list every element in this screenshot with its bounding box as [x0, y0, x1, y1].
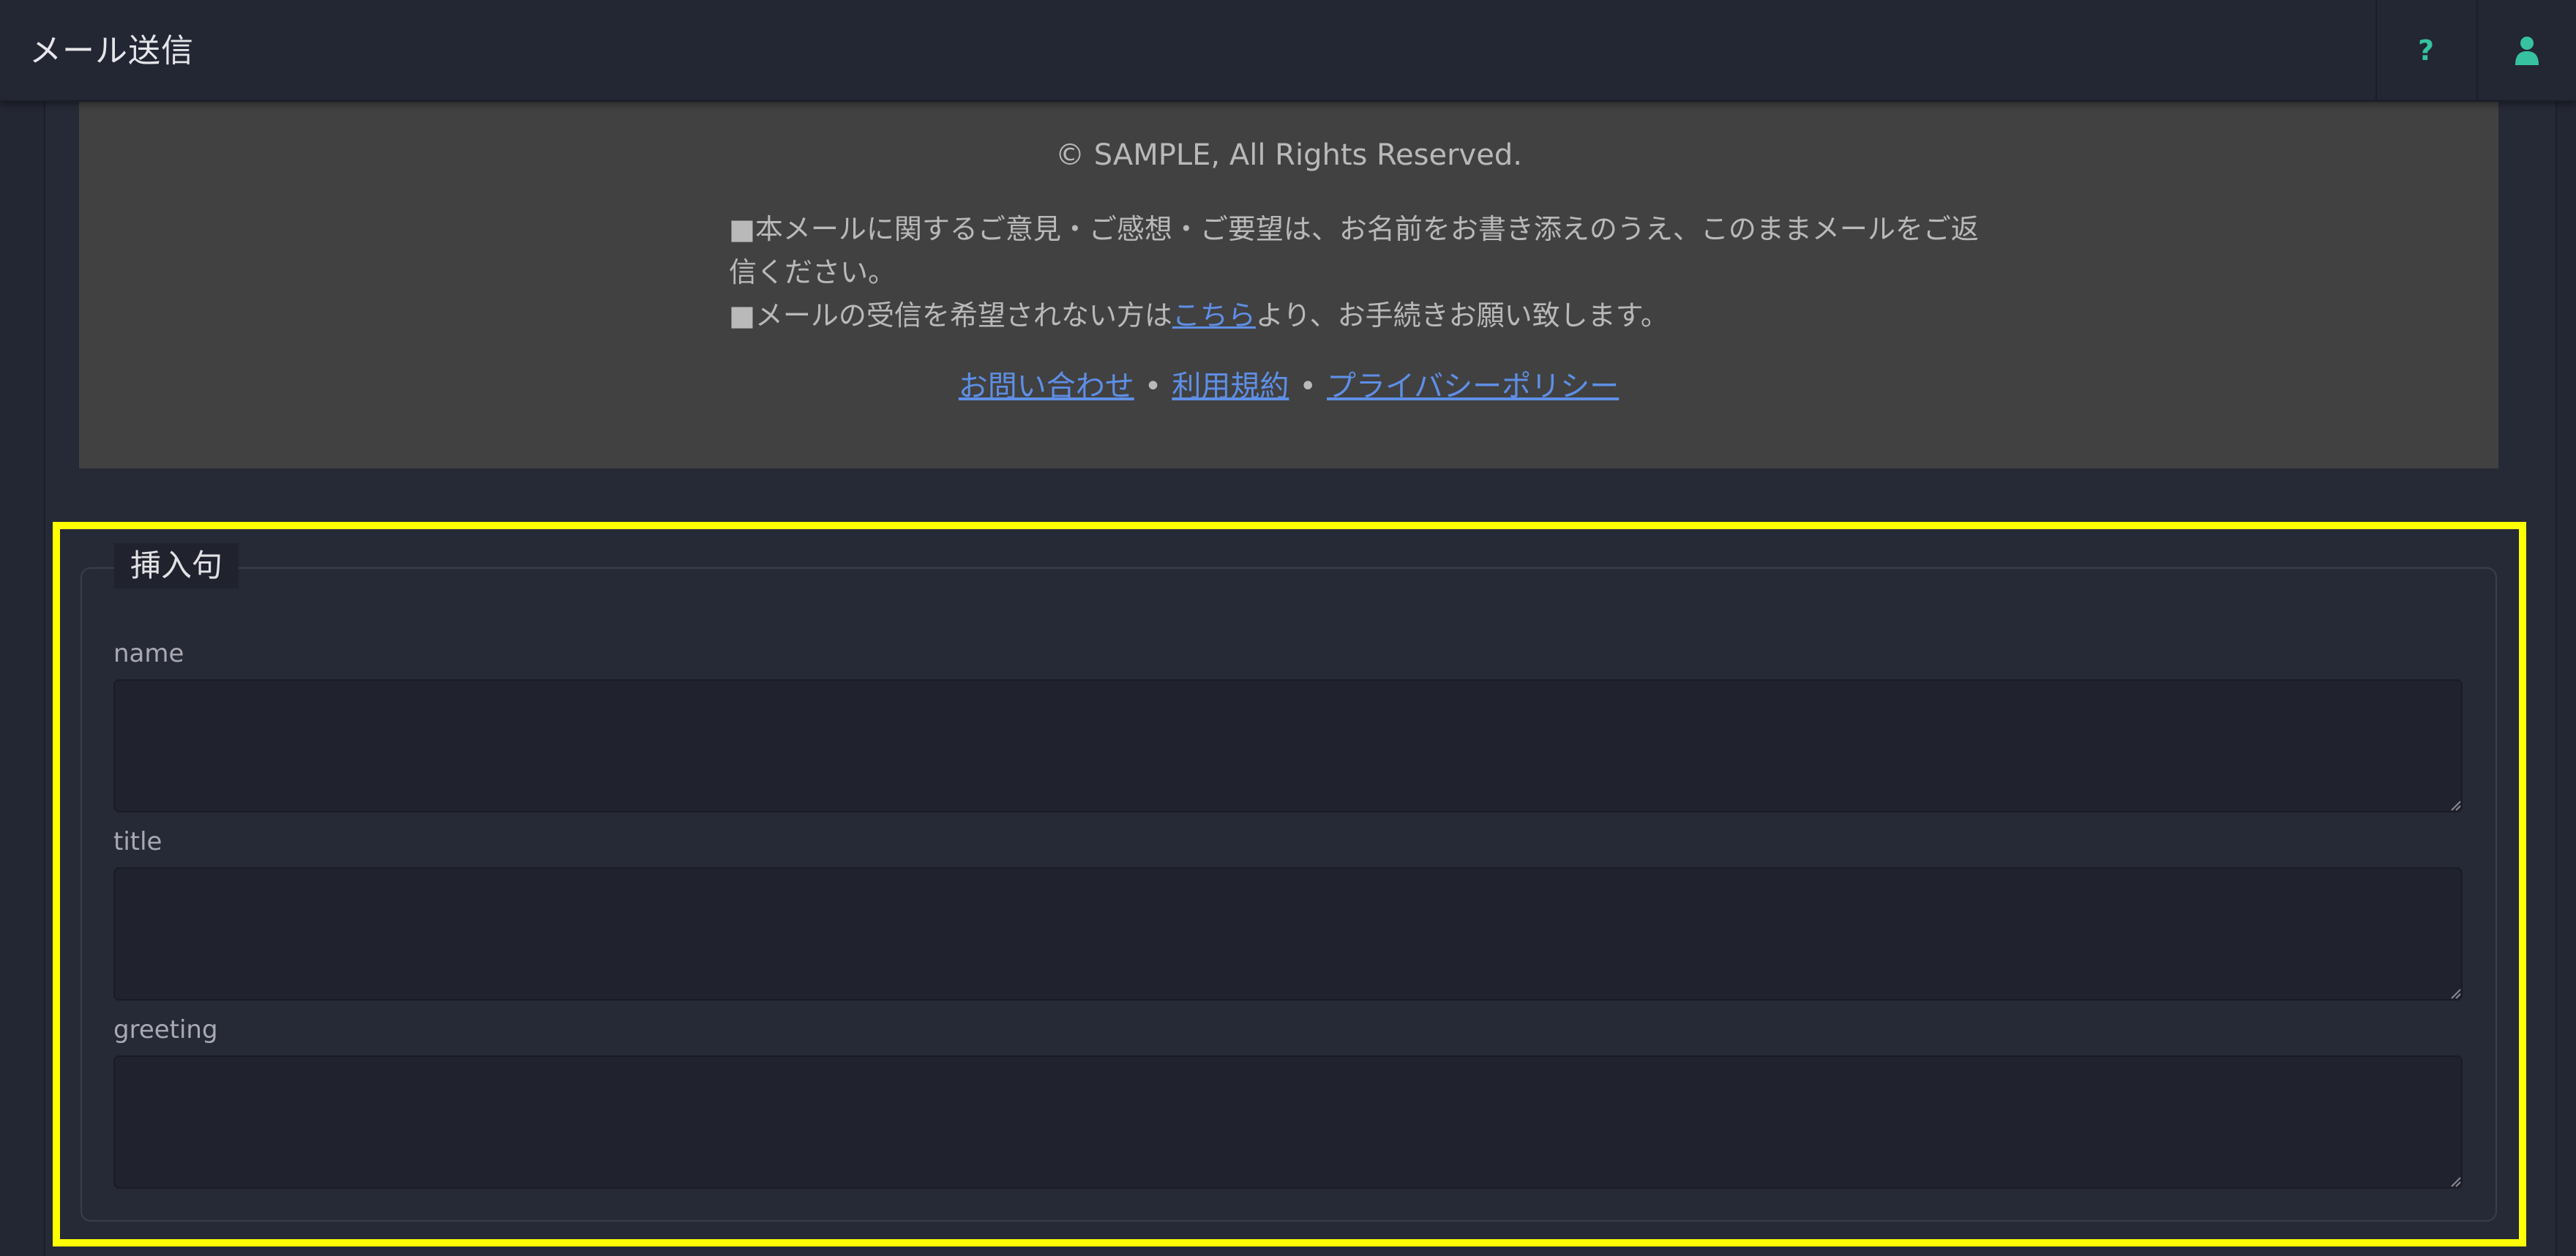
feedback-note-line2: 信ください。 — [729, 256, 896, 288]
user-icon — [2515, 36, 2539, 65]
highlight-box — [53, 522, 2526, 1246]
unsubscribe-note: ■メールの受信を希望されない方はこちらより、お手続きお願い致します。 — [729, 294, 2017, 337]
top-bar: メール送信 ? — [0, 0, 2576, 102]
footer-notes: ■本メールに関するご意見・ご感想・ご要望は、お名前をお書き添えのうえ、このままメ… — [729, 208, 2017, 337]
link-separator: • — [1299, 370, 1317, 403]
page-title: メール送信 — [29, 32, 194, 70]
question-icon: ? — [2417, 34, 2435, 67]
unsubscribe-prefix: ■メールの受信を希望されない方は — [729, 299, 1172, 332]
scrollbar[interactable] — [2556, 102, 2576, 1256]
user-button[interactable] — [2476, 0, 2576, 100]
left-rail — [0, 102, 45, 1256]
contact-link[interactable]: お問い合わせ — [959, 370, 1134, 403]
feedback-note-line1: ■本メールに関するご意見・ご感想・ご要望は、お名前をお書き添えのうえ、このままメ… — [729, 213, 1979, 245]
unsubscribe-suffix: より、お手続きお願い致します。 — [1255, 299, 1669, 332]
link-separator: • — [1144, 370, 1162, 403]
footer-links: お問い合わせ • 利用規約 • プライバシーポリシー — [79, 362, 2498, 405]
help-button[interactable]: ? — [2375, 0, 2475, 100]
copyright-text: © SAMPLE, All Rights Reserved. — [1055, 138, 1522, 172]
email-preview-footer: © SAMPLE, All Rights Reserved. ■本メールに関する… — [79, 102, 2498, 468]
unsubscribe-link[interactable]: こちら — [1172, 299, 1256, 332]
privacy-link[interactable]: プライバシーポリシー — [1327, 370, 1619, 403]
terms-link[interactable]: 利用規約 — [1172, 370, 1289, 403]
